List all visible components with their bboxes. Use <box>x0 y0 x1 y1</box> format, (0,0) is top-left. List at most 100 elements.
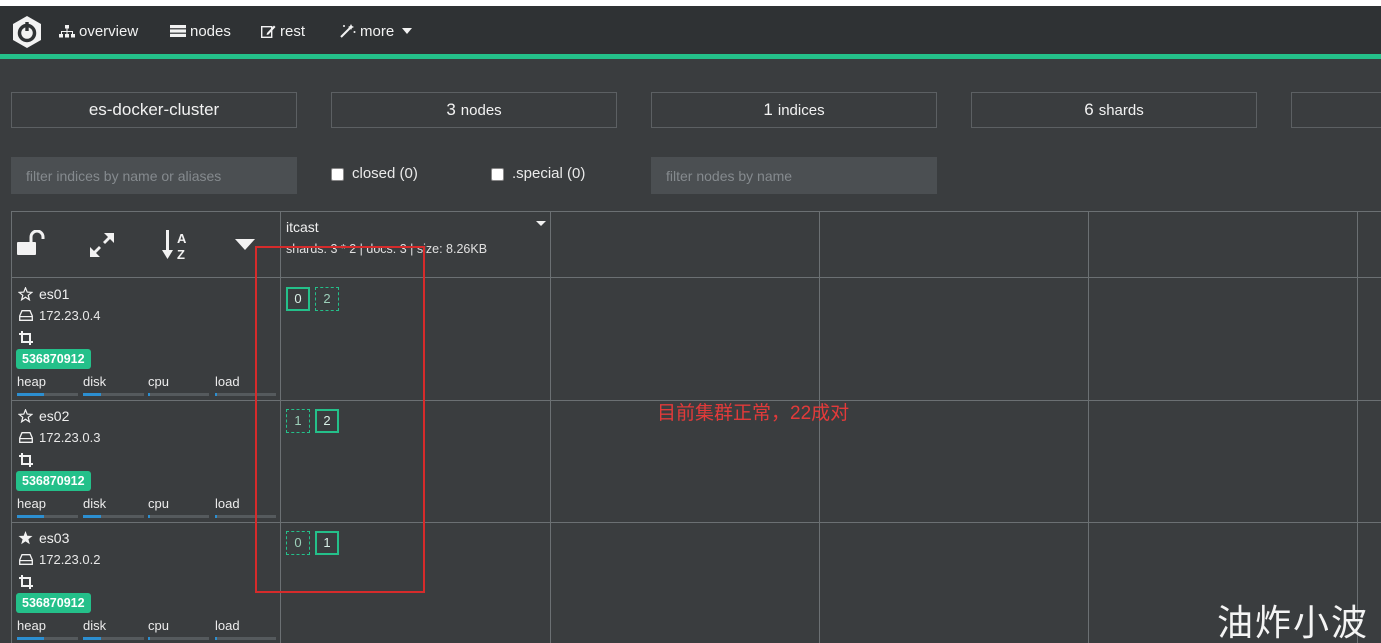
metric-bar-fill <box>83 637 102 640</box>
nodes-count-box: 3 nodes <box>331 92 617 128</box>
server-icon <box>170 25 186 37</box>
primary-shard[interactable]: 2 <box>315 409 339 433</box>
metric-bar-cpu <box>148 637 209 640</box>
unlock-icon[interactable] <box>17 230 45 256</box>
svg-text:Z: Z <box>177 247 185 262</box>
star-filled-icon <box>18 531 33 545</box>
accent-bar <box>0 54 1381 59</box>
caret-down-icon[interactable] <box>235 239 255 250</box>
metric-bar-cpu <box>148 515 209 518</box>
node-name-label: es02 <box>39 408 70 424</box>
metric-bar-load <box>215 393 276 396</box>
metric-bar-fill <box>83 393 102 396</box>
node-heap-badge: 536870912 <box>16 471 91 491</box>
metric-bar-fill <box>148 515 150 518</box>
metric-bar-disk <box>83 393 144 396</box>
metric-label-disk: disk <box>83 374 107 389</box>
metric-label-load: load <box>215 496 240 511</box>
metric-bar-fill <box>148 393 150 396</box>
special-filter[interactable]: .special (0) <box>491 165 585 182</box>
index-name[interactable]: itcast <box>286 219 319 235</box>
replica-shard[interactable]: 2 <box>315 287 339 311</box>
cluster-grid <box>11 211 1381 643</box>
metric-label-disk: disk <box>83 496 107 511</box>
index-info: shards: 3 * 2 | docs: 3 | size: 8.26KB <box>286 242 488 256</box>
indices-count-label: indices <box>777 101 825 119</box>
node-ip: 172.23.0.2 <box>19 552 100 567</box>
closed-checkbox[interactable] <box>331 168 344 181</box>
shards-count-label: shards <box>1098 101 1144 119</box>
hdd-icon <box>19 554 33 565</box>
annotation-text: 目前集群正常，22成对 <box>657 403 850 424</box>
closed-label: closed (0) <box>352 165 418 182</box>
metric-bar-cpu <box>148 393 209 396</box>
metric-label-heap: heap <box>17 374 46 389</box>
nav-nodes[interactable]: nodes <box>170 21 231 41</box>
nav-nodes-label: nodes <box>190 22 231 40</box>
replica-shard[interactable]: 1 <box>286 409 310 433</box>
svg-text:A: A <box>177 231 187 246</box>
metric-bar-load <box>215 637 276 640</box>
node-ip: 172.23.0.4 <box>19 308 100 323</box>
logo-icon[interactable] <box>10 15 44 49</box>
nav-overview[interactable]: overview <box>59 21 138 41</box>
metric-bar-fill <box>17 515 45 518</box>
metric-bar-heap <box>17 393 78 396</box>
special-checkbox[interactable] <box>491 168 504 181</box>
metric-bar-disk <box>83 637 144 640</box>
crop-icon <box>19 453 33 472</box>
closed-filter[interactable]: closed (0) <box>331 165 418 182</box>
filter-indices-input[interactable] <box>11 157 297 194</box>
metric-bar-disk <box>83 515 144 518</box>
grid-divider <box>550 211 551 643</box>
node-name[interactable]: es02 <box>18 408 69 424</box>
nav-overview-label: overview <box>79 22 139 40</box>
node-name[interactable]: es01 <box>18 286 69 302</box>
star-outline-icon <box>18 409 33 423</box>
grid-divider <box>1357 211 1358 643</box>
hdd-icon <box>19 310 33 321</box>
star-outline-icon <box>18 287 33 301</box>
primary-shard[interactable]: 1 <box>315 531 339 555</box>
sort-alpha-icon[interactable]: A Z <box>162 228 192 262</box>
nav-rest[interactable]: rest <box>261 21 305 41</box>
grid-divider <box>1088 211 1089 643</box>
crop-icon <box>19 331 33 350</box>
nav-more[interactable]: more <box>340 21 413 41</box>
hdd-icon <box>19 432 33 443</box>
expand-icon[interactable] <box>89 232 115 258</box>
edit-icon <box>261 25 276 38</box>
shards-count-box: 6 shards <box>971 92 1257 128</box>
cluster-name-box: es-docker-cluster <box>11 92 297 128</box>
special-label: .special (0) <box>512 165 586 182</box>
nodes-count-label: nodes <box>460 101 502 119</box>
navbar: overview nodes rest more <box>0 6 1381 54</box>
metric-bar-fill <box>215 515 217 518</box>
metric-bar-load <box>215 515 276 518</box>
row-divider <box>11 522 1381 523</box>
node-name-label: es03 <box>39 530 70 546</box>
metric-label-load: load <box>215 374 240 389</box>
watermark: 油炸小波 <box>1217 603 1370 643</box>
cluster-name: es-docker-cluster <box>88 100 220 119</box>
metric-bar-fill <box>215 393 217 396</box>
node-name-label: es01 <box>39 286 70 302</box>
metric-label-heap: heap <box>17 496 46 511</box>
indices-count: 1 <box>763 100 773 119</box>
replica-shard[interactable]: 0 <box>286 531 310 555</box>
nodes-count: 3 <box>446 100 456 119</box>
caret-down-icon <box>402 28 413 34</box>
nav-more-label: more <box>360 22 395 40</box>
metric-label-load: load <box>215 618 240 633</box>
filter-nodes-input[interactable] <box>651 157 937 194</box>
metric-bar-heap <box>17 637 78 640</box>
node-name[interactable]: es03 <box>18 530 69 546</box>
primary-shard[interactable]: 0 <box>286 287 310 311</box>
shards-count: 6 <box>1084 100 1094 119</box>
index-caret-icon[interactable] <box>536 221 546 226</box>
node-ip: 172.23.0.3 <box>19 430 100 445</box>
extra-stat-box <box>1291 92 1381 128</box>
metric-label-cpu: cpu <box>148 496 169 511</box>
node-heap-badge: 536870912 <box>16 349 91 369</box>
indices-count-box: 1 indices <box>651 92 937 128</box>
